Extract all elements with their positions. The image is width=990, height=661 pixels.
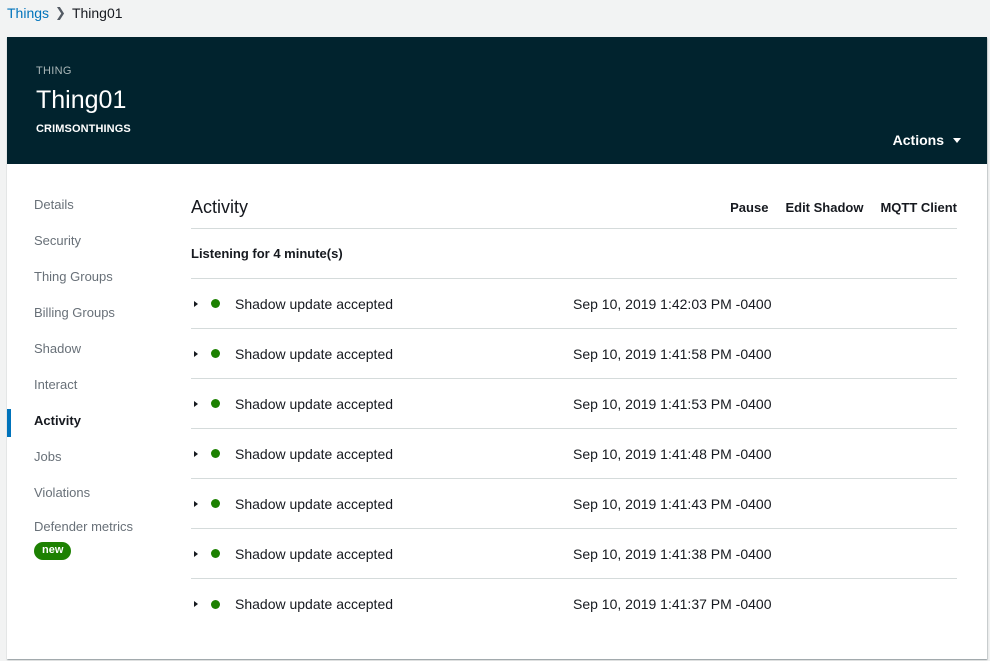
sidenav-item-label: Thing Groups <box>34 269 113 284</box>
actions-menu-button[interactable]: Actions <box>893 132 961 148</box>
section-title: Activity <box>191 197 249 217</box>
thing-header: THING Thing01 CRIMSONTHINGS Actions <box>7 37 987 164</box>
sidenav-item-details[interactable]: Details <box>7 187 167 223</box>
breadcrumb: Things ❯ Thing01 <box>7 4 123 22</box>
mqtt-client-button[interactable]: MQTT Client <box>880 200 957 215</box>
event-message: Shadow update accepted <box>235 345 394 362</box>
event-message: Shadow update accepted <box>235 596 394 612</box>
actions-label: Actions <box>892 132 944 148</box>
event-timestamp: Sep 10, 2019 1:41:37 PM -0400 <box>573 596 772 612</box>
caret-right-icon[interactable] <box>194 300 198 307</box>
chevron-right-icon: ❯ <box>55 5 66 20</box>
sidenav-item-label: Shadow <box>34 341 81 356</box>
status-dot-icon <box>211 599 220 609</box>
sidenav-item-shadow[interactable]: Shadow <box>7 331 167 367</box>
activity-row[interactable]: Shadow update accepted Sep 10, 2019 1:41:… <box>191 579 957 629</box>
status-dot-icon <box>211 399 220 408</box>
sidenav-item-jobs[interactable]: Jobs <box>7 439 167 475</box>
activity-row[interactable]: Shadow update accepted Sep 10, 2019 1:41:… <box>191 429 957 479</box>
status-dot-icon <box>211 349 220 358</box>
event-timestamp: Sep 10, 2019 1:41:58 PM -0400 <box>573 345 772 362</box>
activity-list: Shadow update accepted Sep 10, 2019 1:42:… <box>191 279 957 629</box>
event-message: Shadow update accepted <box>235 295 394 312</box>
pause-button[interactable]: Pause <box>730 200 768 215</box>
event-message: Shadow update accepted <box>235 545 394 562</box>
sidenav-item-defender-metrics[interactable]: Defender metrics new <box>7 511 167 560</box>
event-timestamp: Sep 10, 2019 1:41:38 PM -0400 <box>573 545 772 562</box>
breadcrumb-current: Thing01 <box>71 5 123 21</box>
event-timestamp: Sep 10, 2019 1:41:53 PM -0400 <box>573 395 772 412</box>
caret-right-icon[interactable] <box>194 450 198 457</box>
event-message: Shadow update accepted <box>235 495 394 512</box>
side-navigation: Details Security Thing Groups Billing Gr… <box>7 187 167 560</box>
sidenav-item-label: Activity <box>34 413 81 428</box>
sidenav-item-label: Violations <box>34 485 91 500</box>
sidenav-item-violations[interactable]: Violations <box>7 475 167 511</box>
status-dot-icon <box>211 499 220 508</box>
status-dot-icon <box>211 449 220 458</box>
sidenav-item-label: Interact <box>34 377 78 392</box>
page-title: Thing01 <box>36 86 127 114</box>
caret-right-icon[interactable] <box>194 550 198 557</box>
sidenav-item-label: Jobs <box>34 449 62 464</box>
status-dot-icon <box>211 549 220 558</box>
sidenav-item-label: Billing Groups <box>34 305 115 320</box>
activity-row[interactable]: Shadow update accepted Sep 10, 2019 1:41:… <box>191 479 957 529</box>
caret-right-icon[interactable] <box>194 500 198 507</box>
new-badge: new <box>34 542 72 560</box>
event-timestamp: Sep 10, 2019 1:41:48 PM -0400 <box>573 445 772 462</box>
caret-down-icon <box>953 137 961 143</box>
event-timestamp: Sep 10, 2019 1:41:43 PM -0400 <box>573 495 772 512</box>
activity-panel: Activity Pause Edit Shadow MQTT Client L… <box>191 187 957 629</box>
sidenav-item-label: Security <box>34 233 81 248</box>
thing-type-label: THING <box>36 65 72 77</box>
sidenav-item-security[interactable]: Security <box>7 223 167 259</box>
event-message: Shadow update accepted <box>235 395 394 412</box>
activity-row[interactable]: Shadow update accepted Sep 10, 2019 1:41:… <box>191 529 957 579</box>
activity-row[interactable]: Shadow update accepted Sep 10, 2019 1:42:… <box>191 279 957 329</box>
breadcrumb-things-link[interactable]: Things <box>7 5 49 21</box>
listening-status: Listening for 4 minute(s) <box>191 229 957 279</box>
activity-toolbar: Activity Pause Edit Shadow MQTT Client <box>191 187 957 229</box>
edit-shadow-button[interactable]: Edit Shadow <box>785 200 863 215</box>
thing-type-name: CRIMSONTHINGS <box>36 123 131 135</box>
caret-right-icon[interactable] <box>194 400 198 407</box>
thing-detail-panel: THING Thing01 CRIMSONTHINGS Actions Deta… <box>7 37 987 659</box>
activity-row[interactable]: Shadow update accepted Sep 10, 2019 1:41:… <box>191 329 957 379</box>
caret-right-icon[interactable] <box>194 601 198 607</box>
sidenav-item-label: Defender metrics <box>34 519 133 534</box>
sidenav-item-billing-groups[interactable]: Billing Groups <box>7 295 167 331</box>
status-dot-icon <box>211 299 220 308</box>
sidenav-item-activity[interactable]: Activity <box>7 403 167 439</box>
caret-right-icon[interactable] <box>194 350 198 357</box>
activity-tools: Pause Edit Shadow MQTT Client <box>730 200 957 215</box>
activity-row[interactable]: Shadow update accepted Sep 10, 2019 1:41:… <box>191 379 957 429</box>
event-message: Shadow update accepted <box>235 445 394 462</box>
sidenav-item-interact[interactable]: Interact <box>7 367 167 403</box>
sidenav-item-thing-groups[interactable]: Thing Groups <box>7 259 167 295</box>
event-timestamp: Sep 10, 2019 1:42:03 PM -0400 <box>573 295 772 312</box>
sidenav-item-label: Details <box>34 197 74 212</box>
